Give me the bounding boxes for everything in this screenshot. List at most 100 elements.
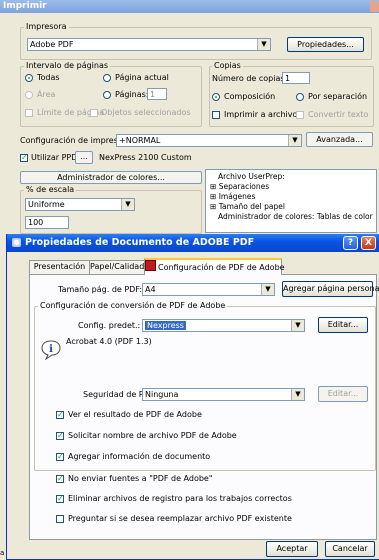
tab-page: Tamaño pág. de PDF: A4 ▼ Agregar página … [29, 274, 379, 540]
help-button[interactable]: ? [343, 236, 358, 250]
tree-item-label: Administrador de colores: Tablas de colo… [218, 212, 373, 221]
compatibility-text: Acrobat 4.0 (PDF 1.3) [66, 337, 152, 346]
accept-button[interactable]: Aceptar [266, 541, 318, 557]
chevron-down-icon: ▼ [291, 320, 304, 331]
print-config-select[interactable]: +NORMAL ▼ [116, 134, 302, 147]
prompt-filename-label: Solicitar nombre de archivo PDF de Adobe [68, 431, 237, 440]
expand-icon[interactable]: ⊞ [210, 202, 216, 211]
range-area-label: Área [37, 90, 56, 99]
selected-objects-label: Objetos seleccionados [101, 108, 191, 117]
ppd-browse-button[interactable]: ... [75, 151, 93, 164]
print-dialog-close-icon[interactable] [370, 1, 379, 12]
tree-item[interactable]: Administrador de colores: Tablas de colo… [218, 212, 373, 221]
delete-logs-checkbox[interactable]: ✓ [56, 495, 64, 503]
scale-mode-select[interactable]: Uniforme ▼ [25, 198, 135, 211]
pdf-dialog-titlebar[interactable]: Propiedades de Documento de ADOBE PDF ? … [7, 234, 379, 252]
tree-item-label: Imágenes [218, 192, 256, 201]
tab-pdf-settings[interactable]: Configuración de PDF de Adobe [144, 258, 285, 275]
delete-logs-label: Eliminar archivos de registro para los t… [68, 494, 292, 503]
tree-item-label: Tamaño del papel [218, 202, 285, 211]
no-fonts-label: No enviar fuentes a "PDF de Adobe" [68, 474, 213, 483]
settings-tree[interactable]: Archivo UserPrep: ⊞ Separaciones ⊞ Imáge… [205, 169, 377, 233]
color-admin-button[interactable]: Administrador de colores... [20, 171, 202, 184]
selected-objects-checkbox[interactable] [90, 109, 98, 117]
separation-radio[interactable] [296, 93, 304, 101]
use-ppd-checkbox[interactable]: ✓ [20, 154, 28, 162]
pages-input[interactable]: 1 [147, 88, 167, 100]
range-pages-label: Páginas: [115, 90, 149, 99]
print-dialog-title: Imprimir [3, 1, 47, 11]
defaults-select[interactable]: Nexpress ▼ [142, 319, 305, 332]
edit-defaults-button[interactable]: Editar... [318, 317, 368, 333]
chevron-down-icon: ▼ [121, 199, 134, 210]
properties-button[interactable]: Propiedades... [287, 37, 364, 52]
chevron-down-icon: ▼ [257, 39, 270, 50]
adobe-pdf-icon [145, 260, 156, 271]
print-to-file-checkbox[interactable] [212, 111, 220, 119]
separation-label: Por separación [308, 92, 368, 101]
scale-input[interactable]: 100 [25, 216, 69, 229]
printer-group-label: Impresora [24, 22, 69, 31]
tree-item[interactable]: ⊞ Separaciones [210, 182, 269, 191]
view-result-label: Ver el resultado de PDF de Adobe [68, 410, 202, 419]
security-value: Ninguna [145, 390, 179, 399]
add-page-button[interactable]: Agregar página personal... [282, 281, 379, 297]
prompt-filename-checkbox[interactable]: ✓ [56, 432, 64, 440]
help-icon: ? [347, 238, 354, 248]
tree-item-label: Separaciones [218, 182, 270, 191]
pdf-properties-dialog: Propiedades de Documento de ADOBE PDF ? … [6, 234, 379, 560]
add-doc-info-label: Agregar información de documento [68, 452, 211, 461]
expand-icon[interactable]: ⊞ [210, 182, 216, 191]
convert-text-checkbox[interactable] [296, 111, 304, 119]
close-icon: X [365, 238, 372, 248]
page-range-group-label: Intervalo de páginas [24, 61, 111, 70]
page-size-label: Tamaño pág. de PDF: [58, 285, 143, 294]
print-dialog-titlebar[interactable]: Imprimir [0, 0, 379, 13]
scale-mode-value: Uniforme [28, 200, 65, 209]
tree-item[interactable]: Archivo UserPrep: [218, 172, 285, 181]
advanced-button[interactable]: Avanzada... [306, 132, 373, 147]
printer-gear-icon [12, 238, 21, 247]
pdf-dialog-title: Propiedades de Documento de ADOBE PDF [25, 237, 255, 248]
collate-label: Composición [224, 92, 276, 101]
tree-item[interactable]: ⊞ Tamaño del papel [210, 202, 285, 211]
collate-radio[interactable] [212, 93, 220, 101]
chevron-down-icon: ▼ [288, 135, 301, 146]
security-select[interactable]: Ninguna ▼ [142, 388, 305, 401]
range-all-radio[interactable] [25, 74, 33, 82]
range-all-label: Todas [37, 73, 60, 82]
info-icon: i [40, 340, 62, 361]
range-current-radio[interactable] [103, 74, 111, 82]
add-doc-info-checkbox[interactable]: ✓ [56, 453, 64, 461]
scale-group-label: % de escala [24, 185, 77, 194]
cancel-button[interactable]: Cancelar [325, 541, 375, 557]
no-fonts-checkbox[interactable]: ✓ [56, 475, 64, 483]
copies-group-label: Copias [212, 61, 243, 70]
tree-item-label: Archivo UserPrep: [218, 172, 285, 181]
edit-security-button[interactable]: Editar... [318, 386, 368, 402]
tab-presentacion[interactable]: Presentación [29, 260, 90, 274]
ask-replace-checkbox[interactable] [56, 515, 64, 523]
ppd-value: NexPress 2100 Custom [99, 153, 192, 162]
tab-pdf-settings-label: Configuración de PDF de Adobe [158, 263, 285, 272]
tree-item[interactable]: ⊞ Imágenes [210, 192, 255, 201]
printer-select[interactable]: Adobe PDF ▼ [27, 38, 271, 51]
close-button[interactable]: X [361, 236, 376, 250]
view-result-checkbox[interactable]: ✓ [56, 411, 64, 419]
copies-input-value: 1 [285, 74, 291, 83]
print-to-file-label: Imprimir a archivo [224, 110, 298, 119]
expand-icon[interactable]: ⊞ [210, 192, 216, 201]
chevron-down-icon: ▼ [291, 389, 304, 400]
range-limit-checkbox[interactable] [25, 109, 33, 117]
tab-papel-calidad[interactable]: Papel/Calidad [89, 260, 145, 274]
copies-input[interactable]: 1 [282, 72, 310, 84]
scale-input-value: 100 [28, 218, 44, 227]
defaults-value: Nexpress [145, 321, 186, 330]
use-ppd-label: Utilizar PPD: [31, 153, 81, 162]
conversion-group-label: Configuración de conversión de PDF de Ad… [38, 301, 228, 310]
page-size-select[interactable]: A4 ▼ [142, 283, 275, 296]
range-area-radio[interactable] [25, 91, 33, 99]
svg-text:i: i [49, 344, 53, 355]
range-pages-radio[interactable] [103, 91, 111, 99]
range-current-label: Página actual [115, 73, 169, 82]
